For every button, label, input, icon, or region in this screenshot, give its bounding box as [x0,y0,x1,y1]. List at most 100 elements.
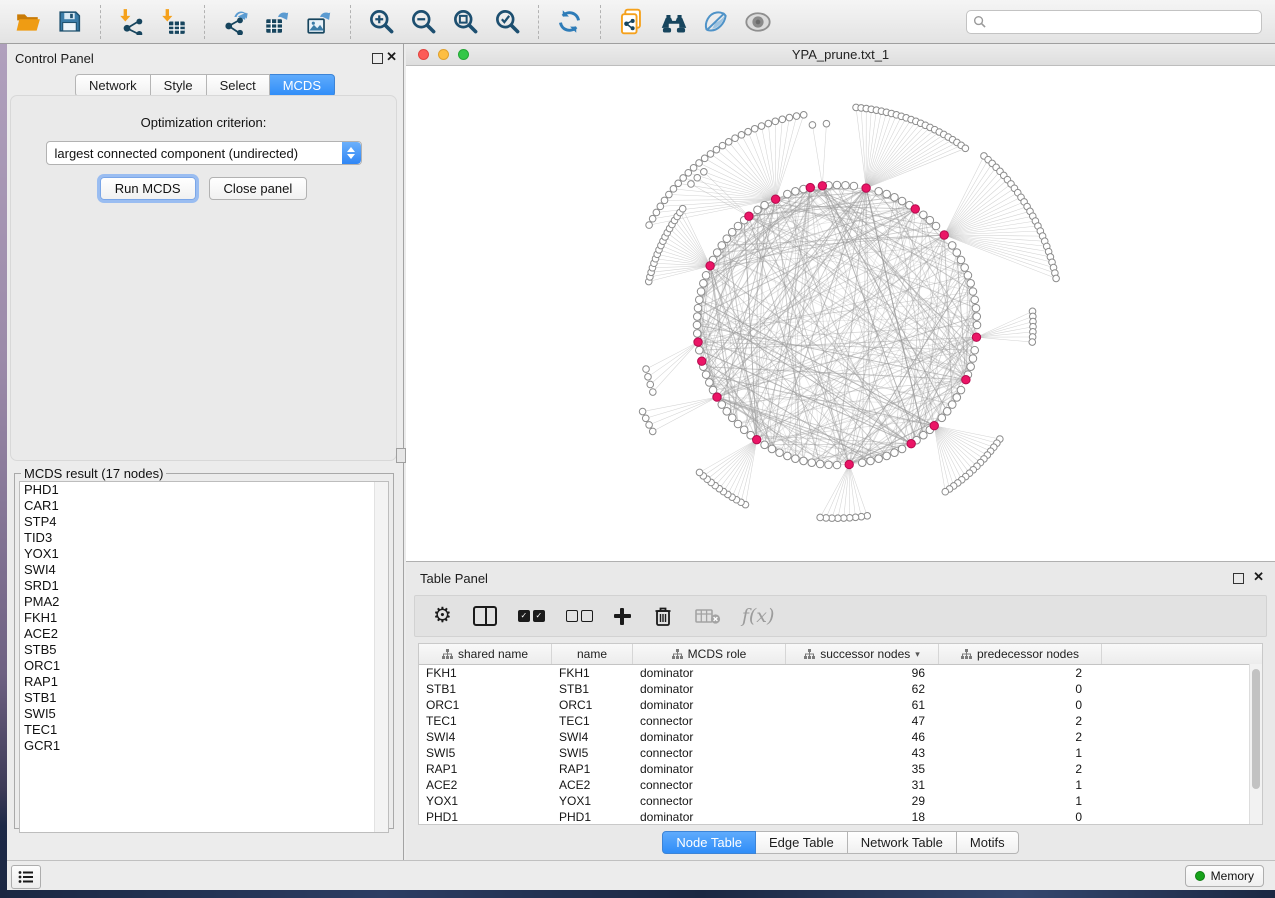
mcds-result-item[interactable]: ACE2 [20,626,388,642]
network-node[interactable] [833,461,841,469]
memory-button[interactable]: Memory [1185,865,1264,887]
table-scrollbar[interactable] [1249,664,1262,824]
network-node[interactable] [973,321,981,329]
network-node[interactable] [833,181,841,189]
network-leaf-node[interactable] [942,488,949,495]
network-dominator-node[interactable] [930,422,938,430]
network-node[interactable] [842,181,850,189]
network-dominator-node[interactable] [845,460,853,468]
network-node[interactable] [702,371,710,379]
network-node[interactable] [967,363,975,371]
network-leaf-node[interactable] [732,135,739,142]
network-node[interactable] [734,222,742,230]
network-leaf-node[interactable] [809,122,816,129]
table-row[interactable]: ORC1ORC1dominator610 [419,697,1262,713]
table-row[interactable]: PHD1PHD1dominator180 [419,809,1262,825]
float-panel-icon[interactable] [372,53,383,64]
first-neighbors-icon[interactable] [658,6,689,37]
zoom-out-icon[interactable] [408,6,439,37]
network-node[interactable] [926,216,934,224]
network-leaf-node[interactable] [696,160,703,167]
network-node[interactable] [754,206,762,214]
network-node[interactable] [943,408,951,416]
mcds-result-list[interactable]: PHD1CAR1STP4TID3YOX1SWI4SRD1PMA2FKH1ACE2… [19,481,389,833]
network-leaf-node[interactable] [649,215,656,222]
network-node[interactable] [761,201,769,209]
mcds-result-item[interactable]: TEC1 [20,722,388,738]
network-leaf-node[interactable] [680,175,687,182]
mcds-result-item[interactable]: FKH1 [20,610,388,626]
network-leaf-node[interactable] [661,197,668,204]
add-column-icon[interactable] [614,603,631,629]
network-node[interactable] [695,346,703,354]
network-node[interactable] [792,455,800,463]
network-node[interactable] [706,379,714,387]
column-header-predecessor-nodes[interactable]: predecessor nodes [939,644,1102,664]
network-node[interactable] [920,211,928,219]
network-node[interactable] [723,408,731,416]
network-node[interactable] [693,321,701,329]
table-row[interactable]: FKH1FKH1dominator962 [419,665,1262,681]
network-leaf-node[interactable] [653,209,660,216]
network-leaf-node[interactable] [696,469,703,476]
network-leaf-node[interactable] [738,132,745,139]
network-leaf-node[interactable] [1029,339,1036,346]
network-node[interactable] [700,280,708,288]
network-node[interactable] [867,457,875,465]
network-node[interactable] [768,445,776,453]
tab-network-table[interactable]: Network Table [848,831,957,854]
search-field[interactable] [966,10,1262,34]
network-node[interactable] [969,355,977,363]
tab-edge-table[interactable]: Edge Table [756,831,848,854]
network-node[interactable] [957,256,965,264]
network-node[interactable] [964,272,972,280]
mcds-result-item[interactable]: PHD1 [20,482,388,498]
column-header-name[interactable]: name [552,644,633,664]
network-node[interactable] [891,449,899,457]
panel-divider-handle[interactable] [396,448,406,463]
close-panel-icon[interactable]: ✕ [386,50,397,64]
network-leaf-node[interactable] [646,222,653,229]
network-node[interactable] [792,188,800,196]
export-table-icon[interactable] [262,6,293,37]
network-leaf-node[interactable] [707,151,714,158]
network-dominator-node[interactable] [962,376,970,384]
network-dominator-node[interactable] [698,357,706,365]
select-all-icon[interactable]: ✓✓ [518,603,545,629]
network-leaf-node[interactable] [772,118,779,125]
network-node[interactable] [697,288,705,296]
export-network-icon[interactable] [220,6,251,37]
network-leaf-node[interactable] [688,181,695,188]
network-node[interactable] [694,304,702,312]
table-row[interactable]: YOX1YOX1connector291 [419,793,1262,809]
network-node[interactable] [800,457,808,465]
network-node[interactable] [850,182,858,190]
zoom-fit-icon[interactable] [450,6,481,37]
tab-select[interactable]: Select [207,74,270,97]
network-node[interactable] [957,386,965,394]
mcds-result-item[interactable]: PMA2 [20,594,388,610]
network-leaf-node[interactable] [800,112,807,119]
show-all-icon[interactable] [742,6,773,37]
network-node[interactable] [713,249,721,257]
network-leaf-node[interactable] [779,116,786,123]
network-leaf-node[interactable] [643,366,650,373]
import-network-icon[interactable] [116,6,147,37]
network-node[interactable] [718,242,726,250]
mcds-result-item[interactable]: TID3 [20,530,388,546]
table-row[interactable]: SWI4SWI4dominator462 [419,729,1262,745]
network-dominator-node[interactable] [972,333,980,341]
network-leaf-node[interactable] [646,422,653,429]
network-leaf-node[interactable] [765,120,772,127]
mcds-result-item[interactable]: SRD1 [20,578,388,594]
tab-network[interactable]: Network [75,74,151,97]
network-dominator-node[interactable] [745,212,753,220]
new-network-from-selection-icon[interactable] [616,6,647,37]
network-leaf-node[interactable] [713,146,720,153]
network-node[interactable] [953,249,961,257]
network-leaf-node[interactable] [719,142,726,149]
network-leaf-node[interactable] [786,114,793,121]
network-dominator-node[interactable] [752,435,760,443]
network-leaf-node[interactable] [694,174,701,181]
network-node[interactable] [784,190,792,198]
